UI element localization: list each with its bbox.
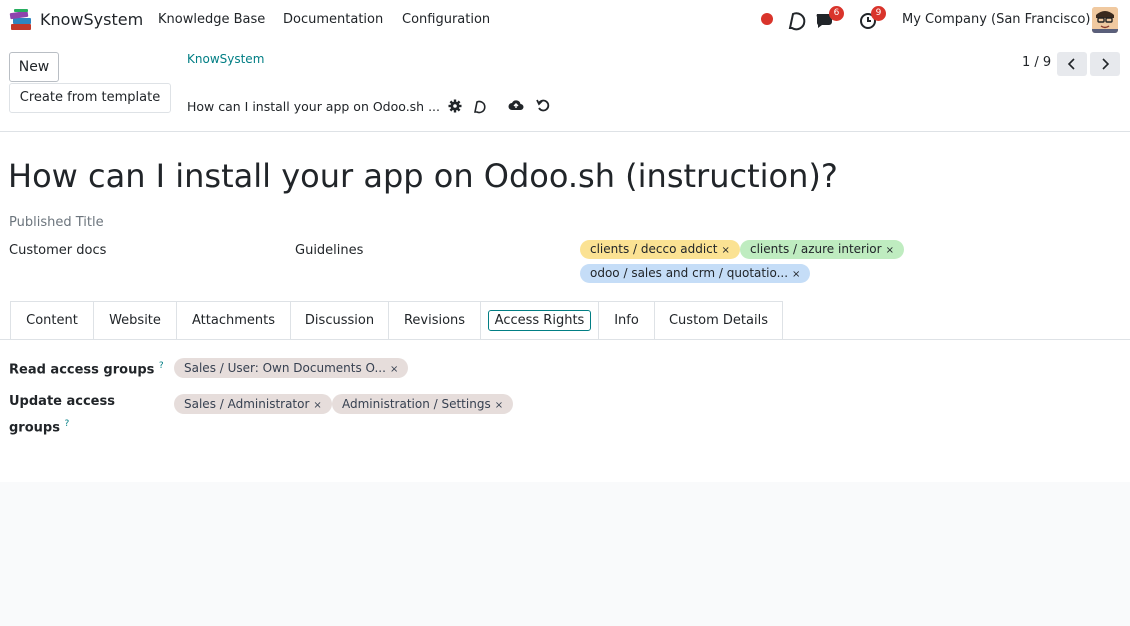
menu-documentation[interactable]: Documentation <box>283 12 383 27</box>
help-tooltip-icon[interactable]: ? <box>159 361 164 371</box>
tab-content[interactable]: Content <box>11 301 94 339</box>
tab-discussion[interactable]: Discussion <box>291 301 389 339</box>
pager-value[interactable]: 1 / 9 <box>1022 55 1051 70</box>
notebook-tabs: Content Website Attachments Discussion R… <box>10 301 783 339</box>
tag-odoo-sales-crm-quotation[interactable]: odoo / sales and crm / quotatio... × <box>580 264 811 283</box>
form-sheet: How can I install your app on Odoo.sh (i… <box>0 132 1130 482</box>
cloud-upload-icon[interactable] <box>508 97 524 113</box>
update-access-groups-label: Update access groups ? <box>9 394 115 436</box>
top-navbar: KnowSystem Knowledge Base Documentation … <box>0 0 1130 40</box>
tab-attachments[interactable]: Attachments <box>177 301 291 339</box>
chevron-left-icon <box>1067 58 1075 70</box>
remove-tag-icon[interactable]: × <box>886 245 894 256</box>
discard-icon[interactable] <box>535 97 551 113</box>
read-access-groups-label: Read access groups ? <box>9 361 164 378</box>
chevron-right-icon <box>1102 58 1110 70</box>
app-name[interactable]: KnowSystem <box>40 10 143 29</box>
remove-tag-icon[interactable]: × <box>390 364 398 375</box>
menu-knowledge-base[interactable]: Knowledge Base <box>158 12 265 27</box>
control-panel: New Create from template KnowSystem How … <box>0 40 1130 132</box>
article-title[interactable]: How can I install your app on Odoo.sh (i… <box>8 157 838 195</box>
tag-field-label[interactable]: Guidelines <box>295 243 363 258</box>
help-tooltip-icon[interactable]: ? <box>64 419 69 429</box>
remove-tag-icon[interactable]: × <box>495 400 503 411</box>
breadcrumb-knowsystem[interactable]: KnowSystem <box>187 52 264 66</box>
books-logo-icon[interactable] <box>8 8 34 32</box>
update-group-tag-sales-admin[interactable]: Sales / Administrator × <box>174 394 332 414</box>
breadcrumb-current-record: How can I install your app on Odoo.sh ..… <box>187 99 440 114</box>
tab-info[interactable]: Info <box>599 301 655 339</box>
read-group-tag[interactable]: Sales / User: Own Documents O... × <box>174 358 409 378</box>
voip-phone-icon[interactable] <box>784 8 808 32</box>
tab-website[interactable]: Website <box>94 301 177 339</box>
published-title-field[interactable]: Published Title <box>9 215 104 230</box>
create-from-template-button[interactable]: Create from template <box>9 83 171 113</box>
remove-tag-icon[interactable]: × <box>313 400 321 411</box>
tag-clients-decco-addict[interactable]: clients / decco addict × <box>580 240 740 259</box>
section-field[interactable]: Customer docs <box>9 243 106 258</box>
tabs-divider <box>0 339 1130 340</box>
company-switcher[interactable]: My Company (San Francisco) <box>902 12 1090 27</box>
tab-access-rights[interactable]: Access Rights <box>481 301 599 339</box>
user-avatar[interactable] <box>1092 7 1118 33</box>
remove-tag-icon[interactable]: × <box>792 269 800 280</box>
remove-tag-icon[interactable]: × <box>721 245 729 256</box>
activities-badge: 9 <box>871 6 886 21</box>
pager-previous-button[interactable] <box>1057 52 1087 76</box>
messages-badge: 6 <box>829 6 844 21</box>
tab-revisions[interactable]: Revisions <box>389 301 481 339</box>
voip-phone-icon[interactable] <box>472 98 488 114</box>
update-group-tag-admin-settings[interactable]: Administration / Settings × <box>332 394 514 414</box>
gear-icon[interactable] <box>447 98 463 114</box>
pager-next-button[interactable] <box>1090 52 1120 76</box>
tab-custom-details[interactable]: Custom Details <box>655 301 783 339</box>
new-button[interactable]: New <box>9 52 59 82</box>
tag-clients-azure-interior[interactable]: clients / azure interior × <box>740 240 904 259</box>
recording-dot-icon[interactable] <box>761 13 773 25</box>
menu-configuration[interactable]: Configuration <box>402 12 490 27</box>
